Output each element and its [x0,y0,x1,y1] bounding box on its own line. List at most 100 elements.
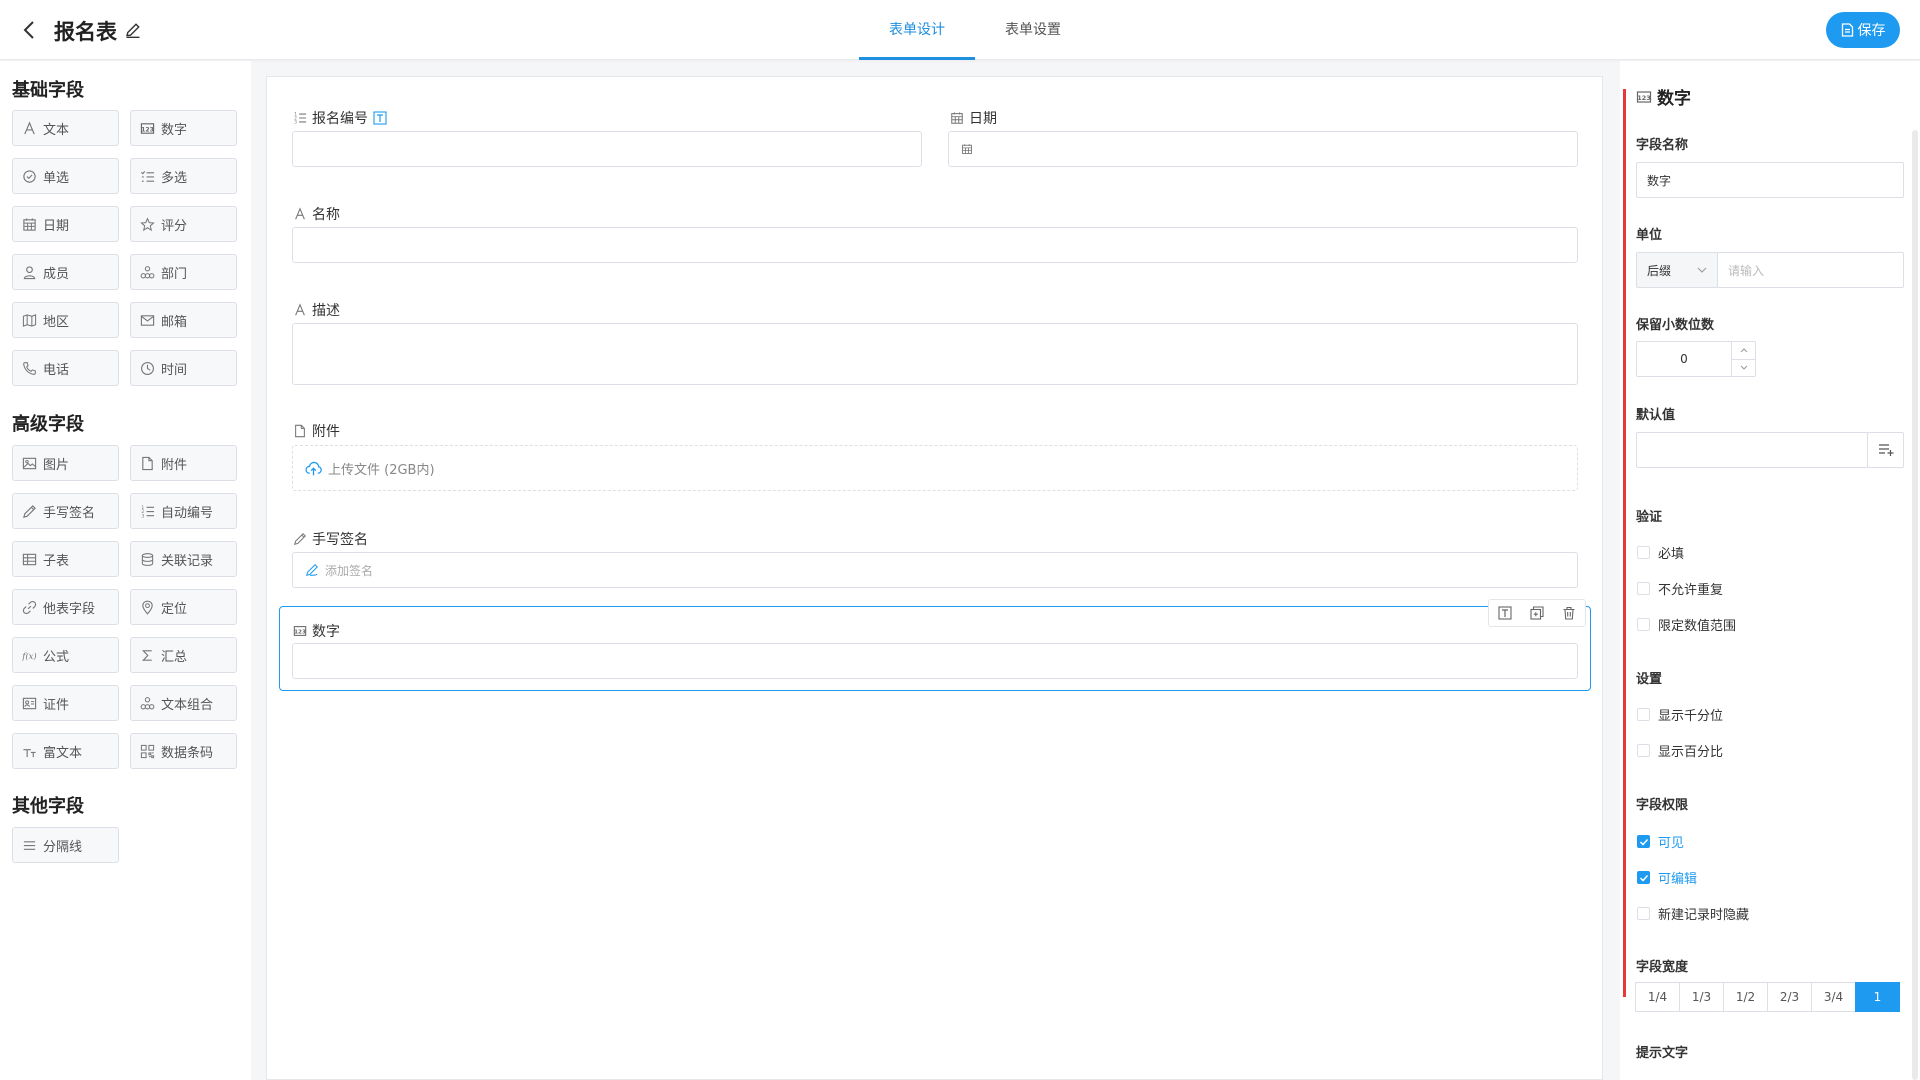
width-option[interactable]: 1/2 [1723,982,1768,1012]
validate-option[interactable]: 限定数值范围 [1637,615,1736,634]
text-icon [293,303,307,317]
database-icon [140,552,155,567]
signature-input[interactable]: 添加签名 [292,552,1578,588]
palette-basic-item[interactable]: 时间 [130,350,237,386]
properties-scrollbar[interactable] [1912,130,1918,1080]
palette-basic-item[interactable]: 电话 [12,350,119,386]
palette-advanced-item[interactable]: 子表 [12,541,119,577]
field-width-selector: 1/4 1/3 1/2 2/3 3/4 1 [1635,982,1900,1012]
palette-basic-item[interactable]: 成员 [12,254,119,290]
default-value-formula-button[interactable] [1867,432,1904,468]
width-option[interactable]: 1/4 [1635,982,1680,1012]
text-tag-icon [373,111,387,125]
width-option[interactable]: 1 [1855,982,1900,1012]
checkbox[interactable] [1637,708,1650,721]
map-icon [22,313,37,328]
highlight-marker [1623,89,1626,997]
field-title-toggle-button[interactable] [1489,600,1521,626]
validation-label: 验证 [1636,510,1663,525]
checkbox[interactable] [1637,871,1650,884]
signature-label: 手写签名 [293,529,368,549]
desc-label: 描述 [293,300,340,320]
palette-basic-item[interactable]: 多选 [130,158,237,194]
divider-icon [22,838,37,853]
checkbox[interactable] [1637,582,1650,595]
reg-no-input[interactable] [292,131,922,167]
decimals-stepper[interactable]: 0 [1636,341,1756,377]
palette-item-label: 成员 [43,266,70,282]
upload-area[interactable]: 上传文件 (2GB内) [292,445,1578,491]
name-input[interactable] [292,227,1578,263]
tab-form-design[interactable]: 表单设计 [859,0,975,60]
checkbox[interactable] [1637,618,1650,631]
palette-advanced-item[interactable]: 自动编号 [130,493,237,529]
palette-basic-item[interactable]: 单选 [12,158,119,194]
default-value-input[interactable] [1636,432,1868,468]
palette-advanced-item[interactable]: 证件 [12,685,119,721]
field-name-value: 数字 [1647,173,1672,188]
checkbox[interactable] [1637,546,1650,559]
unit-input[interactable]: 请输入 [1717,252,1904,288]
palette-advanced-item[interactable]: 他表字段 [12,589,119,625]
palette-advanced-item[interactable]: 定位 [130,589,237,625]
validate-option[interactable]: 不允许重复 [1637,579,1723,598]
width-option[interactable]: 3/4 [1811,982,1856,1012]
palette-basic-item[interactable]: 地区 [12,302,119,338]
decrement-button[interactable] [1732,358,1755,377]
properties-panel [1620,61,1920,1080]
field-name-input[interactable]: 数字 [1636,162,1904,198]
palette-advanced-item[interactable]: 数据条码 [130,733,237,769]
number-input[interactable] [292,643,1578,679]
width-option[interactable]: 1/3 [1679,982,1724,1012]
number-icon [140,121,155,136]
palette-advanced-item[interactable]: 文本组合 [130,685,237,721]
org-icon [140,696,155,711]
increment-button[interactable] [1732,342,1755,359]
palette-advanced-item[interactable]: 附件 [130,445,237,481]
date-label: 日期 [950,108,997,128]
checkbox[interactable] [1637,907,1650,920]
settings-option[interactable]: 显示千分位 [1637,705,1723,724]
width-option[interactable]: 2/3 [1767,982,1812,1012]
palette-advanced-item[interactable]: 关联记录 [130,541,237,577]
palette-advanced-item[interactable]: 汇总 [130,637,237,673]
palette-basic-item[interactable]: 日期 [12,206,119,242]
reg-no-label: 报名编号 [293,108,387,128]
palette-item-label: 日期 [43,218,70,234]
palette-item-label: 评分 [161,218,188,234]
date-input[interactable] [948,131,1578,167]
validate-option[interactable]: 必填 [1637,543,1684,562]
perm-option[interactable]: 可见 [1637,832,1684,851]
palette-item-label: 数据条码 [161,745,214,761]
desc-textarea[interactable] [292,323,1578,385]
palette-basic-item[interactable]: 邮箱 [130,302,237,338]
palette-basic-item[interactable]: 文本 [12,110,119,146]
palette-advanced-item[interactable]: 图片 [12,445,119,481]
perm-option[interactable]: 新建记录时隐藏 [1637,904,1749,923]
tab-form-settings[interactable]: 表单设置 [975,0,1091,60]
palette-item-label: 图片 [43,457,70,473]
checkbox[interactable] [1637,835,1650,848]
chevron-down-icon [1740,365,1747,370]
delete-field-button[interactable] [1553,600,1585,626]
palette-advanced-item[interactable]: 富文本 [12,733,119,769]
checkbox[interactable] [1637,744,1650,757]
palette-other-item[interactable]: 分隔线 [12,827,119,863]
palette-advanced-item[interactable]: 公式 [12,637,119,673]
number-label-text: 数字 [312,624,340,640]
palette-basic-item[interactable]: 数字 [130,110,237,146]
option-label: 显示百分比 [1658,745,1724,760]
back-arrow-icon[interactable] [18,16,42,44]
palette-item-label: 定位 [161,601,188,617]
palette-advanced-item[interactable]: 手写签名 [12,493,119,529]
field-name-label: 字段名称 [1636,138,1689,153]
radio-icon [22,169,37,184]
edit-title-icon[interactable] [124,21,142,39]
save-button[interactable]: 保存 [1826,12,1900,48]
palette-basic-item[interactable]: 部门 [130,254,237,290]
settings-option[interactable]: 显示百分比 [1637,741,1723,760]
perm-option[interactable]: 可编辑 [1637,868,1697,887]
copy-field-button[interactable] [1521,600,1553,626]
palette-basic-item[interactable]: 评分 [130,206,237,242]
unit-position-select[interactable]: 后缀 [1636,252,1718,288]
